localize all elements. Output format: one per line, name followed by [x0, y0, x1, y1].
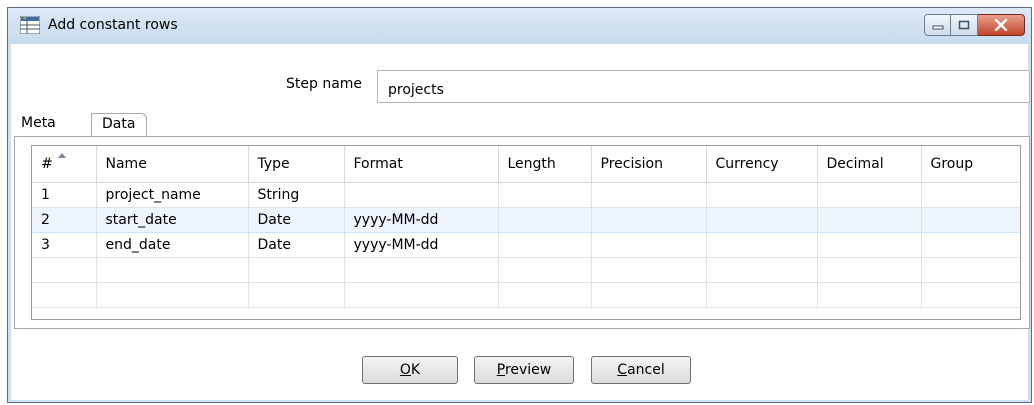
table-cell[interactable] [96, 257, 249, 283]
maximize-button[interactable] [951, 14, 978, 36]
table-cell[interactable] [921, 257, 1020, 283]
table-cell[interactable] [591, 257, 707, 283]
table-cell[interactable] [344, 182, 499, 208]
table-cell[interactable] [921, 206, 1020, 233]
table-cell[interactable] [706, 257, 818, 283]
minimize-icon [932, 25, 943, 30]
title-bar[interactable]: Add constant rows [8, 8, 1031, 44]
table-cell[interactable] [706, 232, 818, 258]
table-cell[interactable]: 1 [32, 182, 97, 208]
column-header-precision[interactable]: Precision [591, 146, 707, 183]
table-cell[interactable]: start_date [96, 206, 249, 233]
table-cell[interactable] [498, 282, 592, 308]
fields-table[interactable]: # Name Type Format Length Precision Curr… [31, 145, 1021, 320]
dialog-body: Step name Meta Data [11, 44, 1030, 400]
table-cell[interactable] [498, 257, 592, 283]
close-button[interactable] [978, 14, 1025, 36]
table-cell[interactable]: String [248, 182, 345, 208]
table-row[interactable]: 1 project_name String [32, 182, 1020, 208]
table-row[interactable] [32, 282, 1020, 308]
table-cell[interactable]: yyyy-MM-dd [344, 206, 499, 233]
step-name-input[interactable] [377, 70, 1030, 103]
tab-data[interactable]: Data [91, 113, 147, 136]
column-header-currency[interactable]: Currency [706, 146, 818, 183]
table-cell[interactable] [817, 206, 922, 233]
table-cell[interactable] [591, 182, 707, 208]
table-cell[interactable] [32, 257, 97, 283]
table-row-selected[interactable]: 2 start_date Date yyyy-MM-dd [32, 206, 1020, 233]
window-title: Add constant rows [48, 17, 178, 33]
table-cell[interactable] [248, 257, 345, 283]
table-cell[interactable] [706, 282, 818, 308]
table-cell[interactable]: 2 [32, 206, 97, 233]
column-header-group[interactable]: Group [921, 146, 1020, 183]
table-cell[interactable] [921, 182, 1020, 208]
table-cell[interactable]: project_name [96, 182, 249, 208]
table-cell[interactable] [706, 206, 818, 233]
table-cell[interactable] [706, 182, 818, 208]
column-header-name[interactable]: Name [96, 146, 249, 183]
close-icon [994, 19, 1008, 31]
table-cell[interactable]: 3 [32, 232, 97, 258]
column-header-number[interactable]: # [32, 146, 97, 183]
table-cell[interactable] [591, 282, 707, 308]
sort-ascending-icon [58, 153, 66, 158]
table-icon [20, 16, 40, 34]
table-cell[interactable]: Date [248, 232, 345, 258]
table-cell[interactable] [498, 232, 592, 258]
table-row[interactable] [32, 257, 1020, 283]
table-cell[interactable] [96, 282, 249, 308]
tab-bar: Meta Data [11, 113, 211, 136]
dialog-buttons: OK Preview Cancel [11, 356, 1028, 384]
tab-meta[interactable]: Meta [19, 113, 89, 136]
column-header-length[interactable]: Length [498, 146, 592, 183]
table-cell[interactable] [344, 282, 499, 308]
ok-button[interactable]: OK [362, 356, 458, 384]
table-row[interactable]: 3 end_date Date yyyy-MM-dd [32, 232, 1020, 258]
cancel-button[interactable]: Cancel [591, 356, 691, 384]
column-header-format[interactable]: Format [344, 146, 499, 183]
table-cell[interactable] [591, 206, 707, 233]
table-cell[interactable] [817, 257, 922, 283]
minimize-button[interactable] [924, 14, 951, 36]
table-cell[interactable]: Date [248, 206, 345, 233]
table-cell[interactable] [817, 232, 922, 258]
table-cell[interactable]: end_date [96, 232, 249, 258]
table-cell[interactable] [32, 282, 97, 308]
dialog-window: Add constant rows Step name Meta [7, 7, 1032, 403]
table-cell[interactable] [498, 206, 592, 233]
table-cell[interactable] [498, 182, 592, 208]
column-header-decimal[interactable]: Decimal [817, 146, 922, 183]
table-header-row: # Name Type Format Length Precision Curr… [32, 146, 1020, 183]
table-cell[interactable] [591, 232, 707, 258]
table-cell[interactable] [921, 282, 1020, 308]
table-cell[interactable]: yyyy-MM-dd [344, 232, 499, 258]
table-cell[interactable] [817, 282, 922, 308]
table-cell[interactable] [248, 282, 345, 308]
table-cell[interactable] [817, 182, 922, 208]
table-cell[interactable] [344, 257, 499, 283]
step-name-label: Step name [286, 76, 363, 92]
column-header-type[interactable]: Type [248, 146, 345, 183]
maximize-icon [958, 20, 970, 30]
window-controls [924, 14, 1025, 36]
preview-button[interactable]: Preview [474, 356, 574, 384]
table-cell[interactable] [921, 232, 1020, 258]
